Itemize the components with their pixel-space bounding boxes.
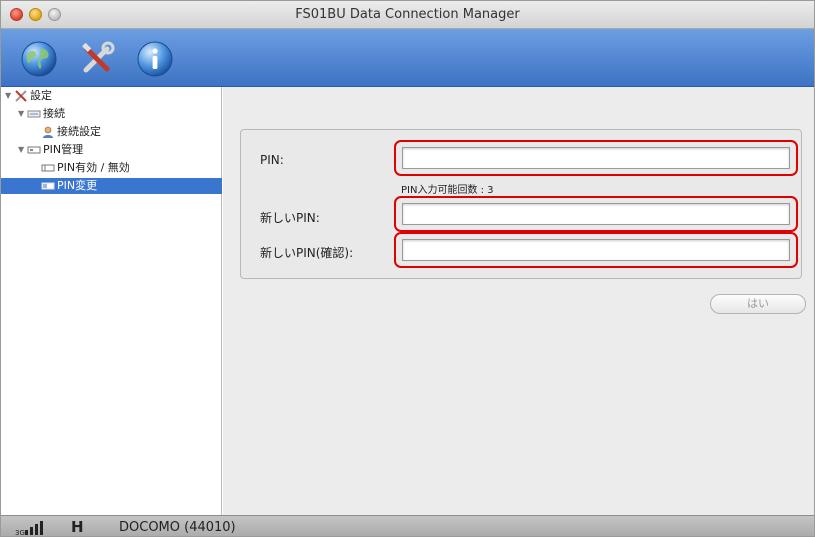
sidebar-item-label: PIN変更 bbox=[57, 179, 98, 192]
ok-button[interactable]: はい bbox=[710, 294, 806, 314]
app-window: FS01BU Data Connection Manager ▼ 設定 ▼ 接続… bbox=[0, 0, 815, 537]
globe-icon[interactable] bbox=[19, 39, 59, 79]
new-pin-field-highlight bbox=[394, 196, 798, 232]
disclosure-triangle-icon[interactable]: ▼ bbox=[18, 106, 24, 122]
pin-attempts-remaining: PIN入力可能回数 : 3 bbox=[401, 185, 494, 196]
sidebar-item-pin-change[interactable]: PIN変更 bbox=[1, 178, 222, 194]
status-bar: 3G H DOCOMO (44010) bbox=[1, 515, 814, 536]
carrier-name: DOCOMO (44010) bbox=[119, 520, 236, 535]
confirm-pin-field-highlight bbox=[394, 232, 798, 268]
confirm-pin-input[interactable] bbox=[402, 239, 790, 261]
sim-card-icon bbox=[27, 144, 41, 156]
pin-change-group: PIN: PIN入力可能回数 : 3 新しいPIN: 新しいPIN(確認): bbox=[240, 129, 802, 279]
signal-prefix: 3G bbox=[15, 529, 25, 536]
pin-input[interactable] bbox=[402, 147, 790, 169]
tools-icon bbox=[14, 90, 28, 102]
sidebar-item-label: 設定 bbox=[30, 89, 52, 102]
sidebar-item-pin-enable-disable[interactable]: PIN有効 / 無効 bbox=[1, 160, 222, 176]
sidebar-item-pin-management[interactable]: ▼ PIN管理 bbox=[1, 142, 222, 158]
signal-strength-icon: 3G bbox=[15, 519, 43, 536]
sidebar-item-label: 接続 bbox=[43, 107, 65, 120]
sidebar-item-label: PIN管理 bbox=[43, 143, 84, 156]
sidebar-item-label: PIN有効 / 無効 bbox=[57, 161, 130, 174]
pin-label: PIN: bbox=[260, 153, 284, 167]
new-pin-label: 新しいPIN: bbox=[260, 211, 320, 225]
sidebar-item-label: 接続設定 bbox=[57, 125, 101, 138]
disclosure-triangle-icon[interactable]: ▼ bbox=[18, 142, 24, 158]
tools-icon[interactable] bbox=[77, 39, 117, 79]
sidebar-item-connection-settings[interactable]: 接続設定 bbox=[1, 124, 222, 140]
sim-card-icon bbox=[41, 162, 55, 174]
pin-field-highlight bbox=[394, 140, 798, 176]
network-type: H bbox=[71, 518, 84, 536]
window-title: FS01BU Data Connection Manager bbox=[295, 7, 520, 22]
title-bar: FS01BU Data Connection Manager bbox=[1, 1, 814, 29]
main-panel: PIN: PIN入力可能回数 : 3 新しいPIN: 新しいPIN(確認): は… bbox=[223, 87, 814, 515]
toolbar bbox=[1, 29, 814, 87]
sidebar-item-settings[interactable]: ▼ 設定 bbox=[1, 88, 222, 104]
sidebar-item-connection[interactable]: ▼ 接続 bbox=[1, 106, 222, 122]
confirm-pin-label: 新しいPIN(確認): bbox=[260, 246, 354, 260]
new-pin-input[interactable] bbox=[402, 203, 790, 225]
disclosure-triangle-icon[interactable]: ▼ bbox=[5, 88, 11, 104]
user-icon bbox=[41, 126, 55, 138]
sidebar: ▼ 設定 ▼ 接続 接続設定 ▼ PIN管理 PIN有効 / 無効 PIN変更 bbox=[1, 87, 222, 515]
sim-card-icon bbox=[41, 180, 55, 192]
connection-icon bbox=[27, 108, 41, 120]
info-icon[interactable] bbox=[135, 39, 175, 79]
